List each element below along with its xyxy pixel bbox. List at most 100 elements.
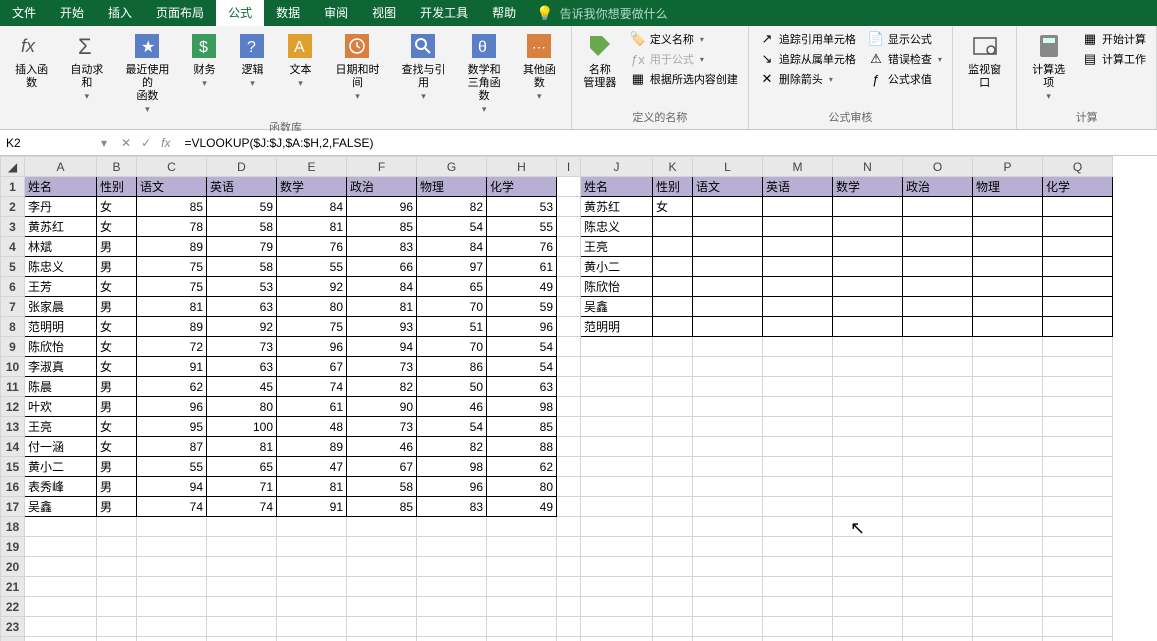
- cell-B20[interactable]: [97, 557, 137, 577]
- cell-C18[interactable]: [137, 517, 207, 537]
- trace-dependents-button[interactable]: ↘追踪从属单元格: [757, 50, 858, 68]
- cell-H6[interactable]: 49: [487, 277, 557, 297]
- cell-D16[interactable]: 71: [207, 477, 277, 497]
- cell-H17[interactable]: 49: [487, 497, 557, 517]
- cell-L4[interactable]: [693, 237, 763, 257]
- row-header-3[interactable]: 3: [1, 217, 25, 237]
- row-header-22[interactable]: 22: [1, 597, 25, 617]
- row-header-12[interactable]: 12: [1, 397, 25, 417]
- cell-E14[interactable]: 89: [277, 437, 347, 457]
- cell-F22[interactable]: [347, 597, 417, 617]
- cell-J19[interactable]: [581, 537, 653, 557]
- cell-B19[interactable]: [97, 537, 137, 557]
- cell-P4[interactable]: [973, 237, 1043, 257]
- cell-P7[interactable]: [973, 297, 1043, 317]
- cell-D20[interactable]: [207, 557, 277, 577]
- cell-C8[interactable]: 89: [137, 317, 207, 337]
- row-header-18[interactable]: 18: [1, 517, 25, 537]
- cell-C13[interactable]: 95: [137, 417, 207, 437]
- cell-N14[interactable]: [833, 437, 903, 457]
- row-header-21[interactable]: 21: [1, 577, 25, 597]
- cell-Q14[interactable]: [1043, 437, 1113, 457]
- cell-H12[interactable]: 98: [487, 397, 557, 417]
- cell-G20[interactable]: [417, 557, 487, 577]
- cell-M14[interactable]: [763, 437, 833, 457]
- cell-J24[interactable]: [581, 637, 653, 641]
- cell-J15[interactable]: [581, 457, 653, 477]
- cell-M7[interactable]: [763, 297, 833, 317]
- cell-J20[interactable]: [581, 557, 653, 577]
- cell-Q24[interactable]: [1043, 637, 1113, 641]
- cell-Q4[interactable]: [1043, 237, 1113, 257]
- cell-P15[interactable]: [973, 457, 1043, 477]
- calculate-sheet-button[interactable]: ▤计算工作: [1080, 50, 1148, 68]
- cell-M10[interactable]: [763, 357, 833, 377]
- cell-P19[interactable]: [973, 537, 1043, 557]
- watch-window-button[interactable]: 监视窗口: [959, 28, 1010, 92]
- cell-D1[interactable]: 英语: [207, 177, 277, 197]
- menu-数据[interactable]: 数据: [264, 0, 312, 26]
- cell-J6[interactable]: 陈欣怡: [581, 277, 653, 297]
- cell-O17[interactable]: [903, 497, 973, 517]
- cell-L7[interactable]: [693, 297, 763, 317]
- cell-F9[interactable]: 94: [347, 337, 417, 357]
- cell-M19[interactable]: [763, 537, 833, 557]
- row-header-24[interactable]: 24: [1, 637, 25, 641]
- menu-插入[interactable]: 插入: [96, 0, 144, 26]
- cell-K5[interactable]: [653, 257, 693, 277]
- cell-I4[interactable]: [557, 237, 581, 257]
- row-header-5[interactable]: 5: [1, 257, 25, 277]
- math-button[interactable]: θ 数学和 三角函数▾: [458, 28, 509, 117]
- cell-Q1[interactable]: 化学: [1043, 177, 1113, 197]
- cell-C14[interactable]: 87: [137, 437, 207, 457]
- cell-G11[interactable]: 50: [417, 377, 487, 397]
- cell-K19[interactable]: [653, 537, 693, 557]
- cell-B3[interactable]: 女: [97, 217, 137, 237]
- col-header-F[interactable]: F: [347, 157, 417, 177]
- col-header-L[interactable]: L: [693, 157, 763, 177]
- cell-H19[interactable]: [487, 537, 557, 557]
- cell-F13[interactable]: 73: [347, 417, 417, 437]
- cell-C15[interactable]: 55: [137, 457, 207, 477]
- row-header-17[interactable]: 17: [1, 497, 25, 517]
- row-header-7[interactable]: 7: [1, 297, 25, 317]
- cell-G15[interactable]: 98: [417, 457, 487, 477]
- cell-E15[interactable]: 47: [277, 457, 347, 477]
- cell-O3[interactable]: [903, 217, 973, 237]
- cell-A19[interactable]: [25, 537, 97, 557]
- cell-H9[interactable]: 54: [487, 337, 557, 357]
- cell-H14[interactable]: 88: [487, 437, 557, 457]
- cell-I22[interactable]: [557, 597, 581, 617]
- cell-J4[interactable]: 王亮: [581, 237, 653, 257]
- cell-A11[interactable]: 陈晨: [25, 377, 97, 397]
- cell-I10[interactable]: [557, 357, 581, 377]
- cell-L6[interactable]: [693, 277, 763, 297]
- cell-K8[interactable]: [653, 317, 693, 337]
- col-header-D[interactable]: D: [207, 157, 277, 177]
- cell-E12[interactable]: 61: [277, 397, 347, 417]
- cell-I13[interactable]: [557, 417, 581, 437]
- cell-E19[interactable]: [277, 537, 347, 557]
- cell-K21[interactable]: [653, 577, 693, 597]
- cell-Q3[interactable]: [1043, 217, 1113, 237]
- cell-A14[interactable]: 付一涵: [25, 437, 97, 457]
- cell-Q22[interactable]: [1043, 597, 1113, 617]
- cell-P8[interactable]: [973, 317, 1043, 337]
- cell-G6[interactable]: 65: [417, 277, 487, 297]
- cell-M9[interactable]: [763, 337, 833, 357]
- cancel-formula-button[interactable]: ✕: [121, 136, 131, 150]
- cell-P16[interactable]: [973, 477, 1043, 497]
- cell-M3[interactable]: [763, 217, 833, 237]
- menu-公式[interactable]: 公式: [216, 0, 264, 26]
- cell-K7[interactable]: [653, 297, 693, 317]
- col-header-J[interactable]: J: [581, 157, 653, 177]
- cell-I19[interactable]: [557, 537, 581, 557]
- cell-H15[interactable]: 62: [487, 457, 557, 477]
- cell-N17[interactable]: [833, 497, 903, 517]
- cell-A3[interactable]: 黄苏红: [25, 217, 97, 237]
- menu-开发工具[interactable]: 开发工具: [408, 0, 480, 26]
- cell-E16[interactable]: 81: [277, 477, 347, 497]
- cell-O5[interactable]: [903, 257, 973, 277]
- cell-Q9[interactable]: [1043, 337, 1113, 357]
- calculation-options-button[interactable]: 计算选项▾: [1023, 28, 1074, 104]
